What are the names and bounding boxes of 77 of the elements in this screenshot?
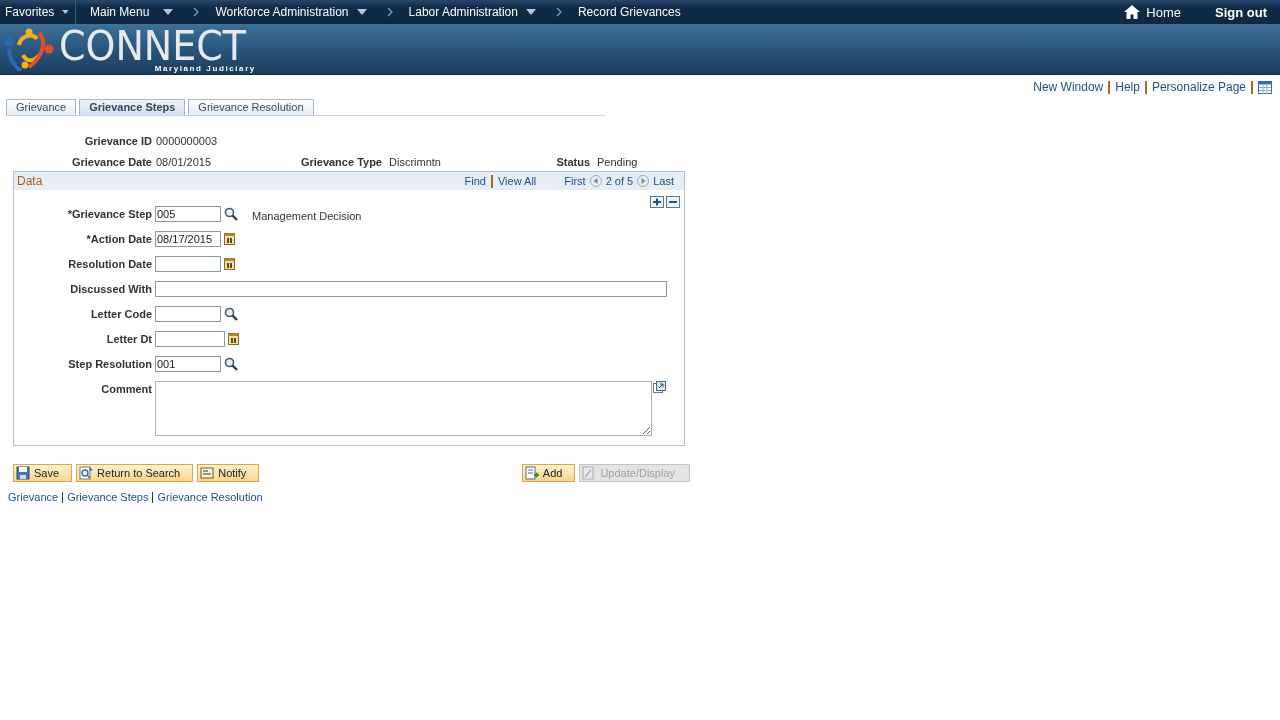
- field-label: Resolution Date: [67, 257, 153, 272]
- field-value: 0000000003: [155, 134, 219, 147]
- next-icon[interactable]: [637, 175, 650, 187]
- view-all-link[interactable]: View All: [497, 175, 537, 187]
- notify-button[interactable]: Notify: [197, 464, 260, 482]
- calendar-icon[interactable]: [228, 332, 239, 345]
- input-field[interactable]: [155, 331, 225, 347]
- home-link[interactable]: Home: [1124, 4, 1181, 20]
- row-counter: 2 of 5: [605, 175, 634, 187]
- tab[interactable]: Grievance Resolution: [188, 99, 314, 115]
- field-label: *Action Date: [85, 232, 153, 247]
- sign-out-link[interactable]: Sign out: [1215, 4, 1267, 20]
- field-label: *Grievance Step: [66, 207, 153, 222]
- input-field[interactable]: [155, 281, 667, 297]
- tab[interactable]: Grievance Steps: [79, 99, 186, 115]
- home-icon: [1124, 5, 1141, 19]
- caret-icon: [62, 9, 69, 15]
- caret-icon: [163, 9, 174, 15]
- page-link[interactable]: Help: [1115, 80, 1140, 94]
- field-label: Grievance Date: [70, 155, 152, 168]
- document-icon: [582, 466, 597, 480]
- field-description: Management Decision: [252, 210, 362, 222]
- plus-icon[interactable]: [650, 196, 664, 208]
- field-label: Grievance ID: [83, 134, 152, 147]
- page-link[interactable]: New Window: [1033, 80, 1104, 94]
- grid-icon[interactable]: [1258, 80, 1272, 94]
- field-label: Status: [555, 155, 590, 168]
- add-document-icon: [524, 466, 539, 480]
- field-label: Discussed With: [69, 282, 153, 297]
- comment-field[interactable]: [155, 381, 652, 436]
- field-label: Comment: [100, 382, 153, 397]
- last-link[interactable]: Last: [653, 175, 674, 187]
- field-value: Discrimntn: [388, 155, 442, 168]
- field-label: Letter Code: [89, 307, 153, 322]
- note-icon: [200, 466, 215, 480]
- people-circle-drawing: [3, 27, 55, 71]
- search-icon: [79, 466, 94, 480]
- add-button[interactable]: Add: [521, 464, 576, 482]
- calendar-icon[interactable]: [224, 232, 235, 245]
- page-link[interactable]: Personalize Page: [1151, 80, 1246, 94]
- input-field[interactable]: [155, 256, 221, 272]
- expand-icon[interactable]: [653, 381, 666, 393]
- chevron-icon: [555, 7, 562, 17]
- tab[interactable]: Grievance: [6, 99, 77, 115]
- input-field[interactable]: 001: [155, 356, 221, 372]
- first-link[interactable]: First: [564, 175, 586, 187]
- save-button[interactable]: Save: [13, 464, 73, 482]
- chevron-icon: [386, 7, 393, 17]
- menu-button[interactable]: Labor Administration: [402, 0, 542, 24]
- field-value: Pending: [596, 155, 639, 168]
- field-label: Grievance Type: [299, 155, 382, 168]
- calendar-icon[interactable]: [224, 257, 235, 270]
- menu-button[interactable]: Workforce Administration: [209, 0, 373, 24]
- page-link[interactable]: Grievance Steps: [67, 491, 149, 503]
- return-to-search-button[interactable]: Return to Search: [76, 464, 194, 482]
- field-label: Letter Dt: [105, 332, 153, 347]
- input-field[interactable]: 08/17/2015: [155, 231, 221, 247]
- logo-text: CONNECT: [59, 25, 247, 66]
- input-field[interactable]: [155, 306, 221, 322]
- field-value: 08/01/2015: [155, 155, 213, 168]
- caret-icon: [356, 9, 367, 15]
- find-link[interactable]: Find: [464, 175, 486, 187]
- search-icon[interactable]: [224, 307, 238, 321]
- page-link[interactable]: Grievance: [8, 491, 59, 503]
- chevron-icon: [193, 7, 200, 17]
- panel-title: Data: [17, 174, 43, 188]
- page-link[interactable]: Grievance Resolution: [157, 491, 263, 503]
- field-label: Step Resolution: [67, 357, 153, 372]
- caret-icon: [525, 9, 536, 15]
- menu-button[interactable]: Main Menu: [76, 0, 180, 24]
- search-icon[interactable]: [224, 357, 238, 371]
- previous-icon[interactable]: [589, 175, 602, 187]
- search-icon[interactable]: [224, 207, 238, 221]
- breadcrumb: Record Grievances: [576, 4, 682, 21]
- minus-icon[interactable]: [666, 196, 680, 208]
- logo-subtitle: Maryland Judiciary: [154, 64, 256, 73]
- input-field[interactable]: 005: [155, 206, 221, 222]
